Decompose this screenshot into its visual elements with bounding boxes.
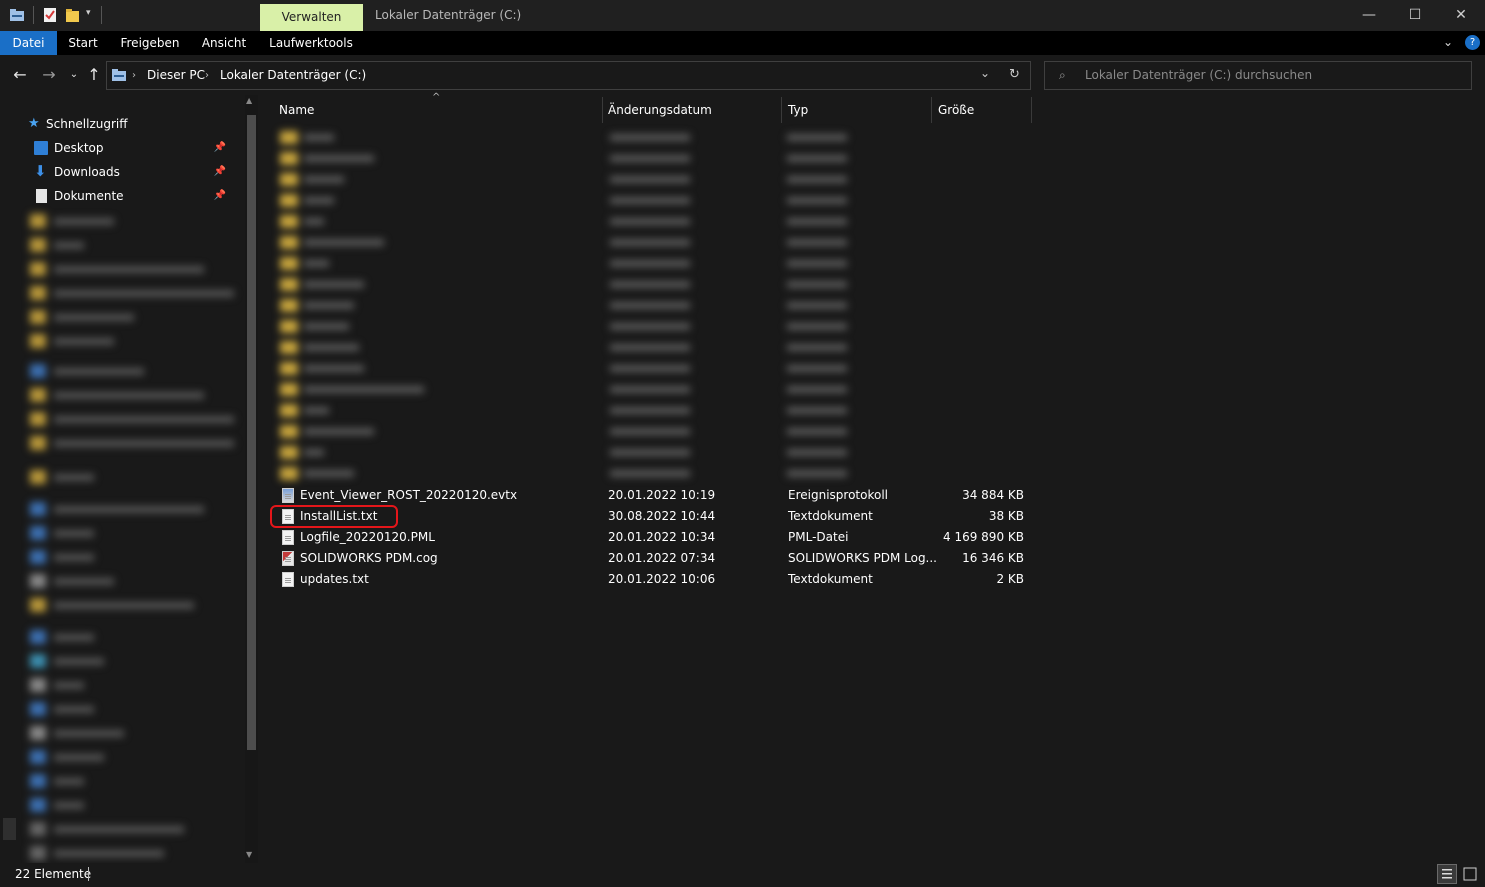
event-log-file-icon — [282, 488, 294, 503]
breadcrumb-separator-icon: › — [132, 70, 136, 81]
blurred-folder-list — [272, 125, 862, 480]
nav-item-label: Desktop — [54, 141, 104, 155]
file-date: 20.01.2022 10:19 — [608, 488, 716, 502]
file-size: 38 KB — [988, 509, 1024, 523]
solidworks-log-file-icon — [282, 551, 294, 566]
status-bar — [0, 863, 1485, 886]
details-view-button[interactable] — [1437, 864, 1457, 884]
file-name: updates.txt — [300, 572, 369, 586]
scroll-up-icon[interactable]: ▲ — [246, 96, 252, 105]
highlight-annotation — [270, 505, 398, 528]
nav-item-label: Dokumente — [54, 189, 124, 203]
qat-divider — [33, 6, 34, 24]
explorer-app-icon[interactable] — [9, 7, 25, 22]
file-size: 2 KB — [996, 572, 1024, 586]
file-type: SOLIDWORKS PDM Log... — [788, 551, 937, 565]
sort-ascending-icon: ^ — [432, 92, 441, 103]
tab-ansicht[interactable]: Ansicht — [196, 31, 252, 55]
recent-locations-icon[interactable]: ⌄ — [63, 63, 85, 87]
star-icon: ★ — [28, 116, 40, 131]
file-date: 20.01.2022 07:34 — [608, 551, 716, 565]
maximize-button[interactable]: ☐ — [1392, 0, 1438, 31]
file-size: 16 346 KB — [962, 551, 1024, 565]
minimize-button[interactable]: — — [1346, 0, 1392, 31]
document-icon — [36, 189, 47, 203]
tab-laufwerktools[interactable]: Laufwerktools — [263, 31, 359, 55]
search-placeholder: Lokaler Datenträger (C:) durchsuchen — [1085, 68, 1313, 82]
file-name: SOLIDWORKS PDM.cog — [300, 551, 438, 565]
help-icon[interactable]: ? — [1465, 35, 1480, 50]
breadcrumb-drive-c[interactable]: Lokaler Datenträger (C:) — [220, 62, 366, 89]
column-header-type[interactable]: Typ — [782, 97, 932, 123]
properties-icon[interactable] — [43, 7, 57, 23]
title-bar — [0, 0, 1485, 31]
new-folder-icon[interactable] — [65, 7, 80, 23]
back-arrow-icon[interactable]: ← — [9, 63, 31, 87]
text-file-icon — [282, 572, 294, 587]
file-row[interactable]: updates.txt 20.01.2022 10:06 Textdokumen… — [270, 569, 1032, 590]
blurred-nav-region — [20, 210, 250, 860]
close-button[interactable]: ✕ — [1438, 0, 1484, 31]
this-pc-icon — [111, 68, 127, 82]
file-row[interactable]: Logfile_20220120.PML 20.01.2022 10:34 PM… — [270, 527, 1032, 548]
tab-start[interactable]: Start — [62, 31, 104, 55]
nav-item-desktop[interactable]: Desktop 📌 — [32, 136, 246, 160]
up-arrow-icon[interactable]: ↑ — [83, 63, 105, 87]
file-type: Ereignisprotokoll — [788, 488, 888, 502]
file-date: 20.01.2022 10:06 — [608, 572, 716, 586]
contextual-tab-verwalten[interactable]: Verwalten — [260, 4, 363, 31]
pin-icon[interactable]: 📌 — [214, 184, 226, 208]
file-row[interactable]: SOLIDWORKS PDM.cog 20.01.2022 07:34 SOLI… — [270, 548, 1032, 569]
file-type: Textdokument — [788, 509, 873, 523]
nav-selection-indicator — [3, 818, 16, 840]
scroll-down-icon[interactable]: ▼ — [246, 850, 252, 859]
qat-dropdown-icon[interactable]: ▾ — [86, 8, 91, 18]
nav-item-downloads[interactable]: ⬇ Downloads 📌 — [32, 160, 246, 184]
column-header-size[interactable]: Größe — [932, 97, 1032, 123]
pin-icon[interactable]: 📌 — [214, 136, 226, 160]
pin-icon[interactable]: 📌 — [214, 160, 226, 184]
refresh-icon[interactable]: ↻ — [1009, 67, 1020, 82]
nav-item-label: Downloads — [54, 165, 120, 179]
file-name: Logfile_20220120.PML — [300, 530, 435, 544]
column-header-date[interactable]: Änderungsdatum — [602, 97, 782, 123]
large-icons-view-button[interactable] — [1460, 864, 1480, 884]
qat-divider — [101, 6, 102, 24]
file-name: Event_Viewer_ROST_20220120.evtx — [300, 488, 518, 502]
nav-scrollbar-thumb[interactable] — [247, 115, 256, 750]
file-row[interactable]: Event_Viewer_ROST_20220120.evtx 20.01.20… — [270, 485, 1032, 506]
file-type: PML-Datei — [788, 530, 849, 544]
file-size: 4 169 890 KB — [943, 530, 1024, 544]
breadcrumb-dieser-pc[interactable]: Dieser PC — [147, 62, 205, 89]
forward-arrow-icon[interactable]: → — [38, 63, 60, 87]
generic-file-icon — [282, 530, 294, 545]
item-count: 22 Elemente — [15, 867, 92, 881]
breadcrumb-separator-icon: › — [205, 70, 209, 81]
window-title: Lokaler Datenträger (C:) — [375, 8, 522, 22]
tab-datei[interactable]: Datei — [0, 31, 57, 55]
file-date: 30.08.2022 10:44 — [608, 509, 716, 523]
file-type: Textdokument — [788, 572, 873, 586]
ribbon-expand-icon[interactable]: ⌄ — [1443, 35, 1453, 49]
tab-freigeben[interactable]: Freigeben — [114, 31, 186, 55]
search-icon: ⌕ — [1059, 68, 1066, 82]
search-box[interactable]: ⌕ Lokaler Datenträger (C:) durchsuchen — [1044, 61, 1472, 90]
desktop-icon — [34, 141, 48, 155]
file-size: 34 884 KB — [962, 488, 1024, 502]
status-divider — [88, 867, 89, 881]
download-arrow-icon: ⬇ — [34, 162, 47, 180]
address-history-icon[interactable]: ⌄ — [980, 66, 990, 80]
nav-quick-access[interactable]: ★ Schnellzugriff — [26, 112, 246, 136]
nav-quick-access-label: Schnellzugriff — [46, 117, 128, 131]
file-date: 20.01.2022 10:34 — [608, 530, 716, 544]
nav-item-dokumente[interactable]: Dokumente 📌 — [32, 184, 246, 208]
address-bar[interactable]: › Dieser PC › Lokaler Datenträger (C:) ⌄… — [106, 61, 1031, 90]
